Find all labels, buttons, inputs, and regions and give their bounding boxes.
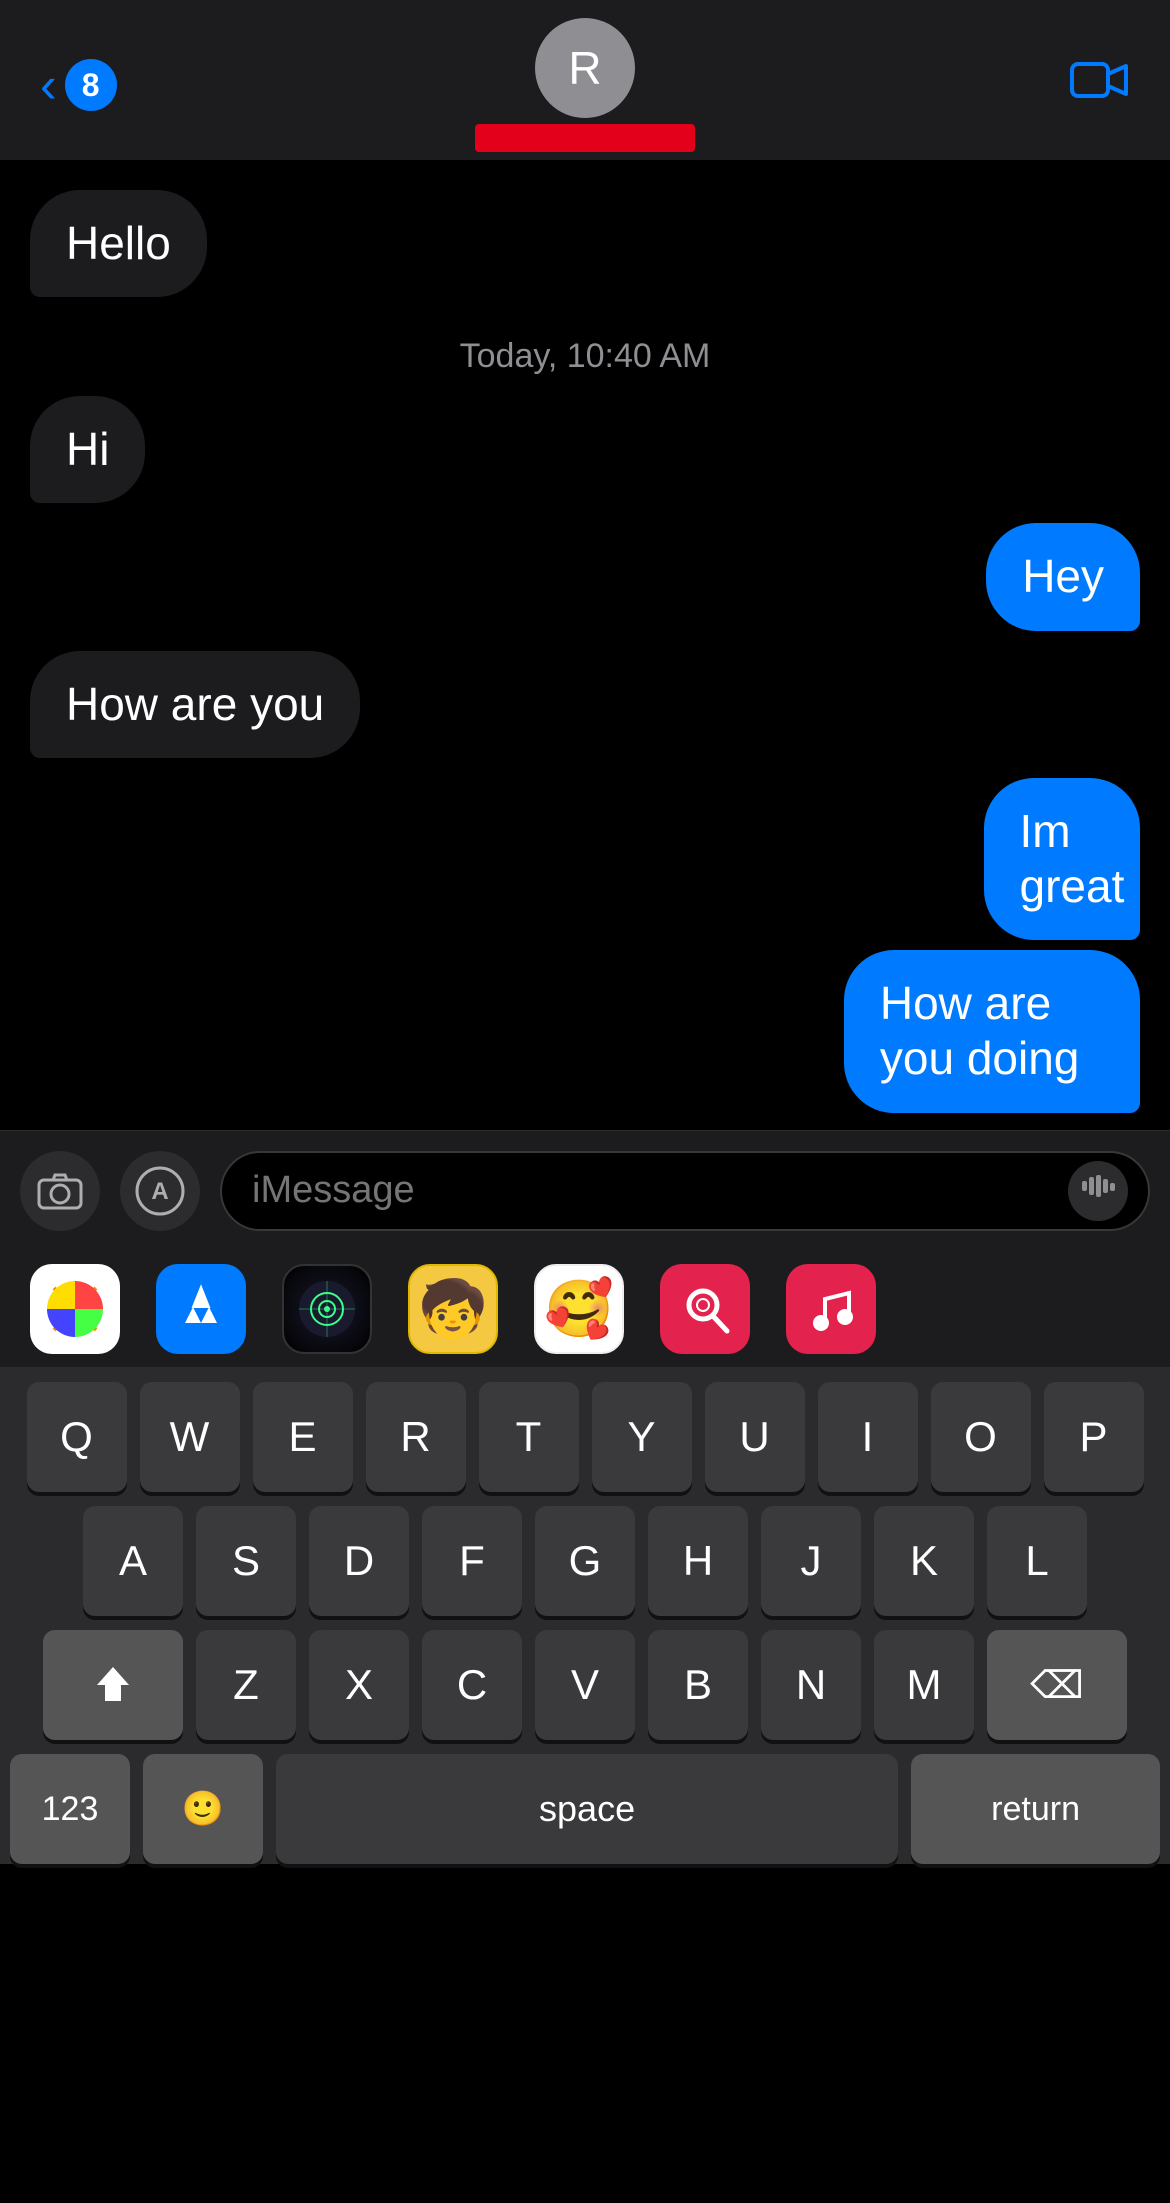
key-h[interactable]: H bbox=[648, 1506, 748, 1616]
message-text: Im great bbox=[1020, 805, 1125, 912]
read-time: 10:41 AM bbox=[991, 1129, 1130, 1131]
message-input[interactable] bbox=[252, 1169, 1068, 1212]
key-d[interactable]: D bbox=[309, 1506, 409, 1616]
key-o[interactable]: O bbox=[931, 1382, 1031, 1492]
message-text: How are you bbox=[66, 678, 324, 730]
key-q[interactable]: Q bbox=[27, 1382, 127, 1492]
contact-avatar: R bbox=[535, 18, 635, 118]
key-g[interactable]: G bbox=[535, 1506, 635, 1616]
bubble-outgoing: How are you doing bbox=[844, 950, 1140, 1112]
delete-key[interactable]: ⌫ bbox=[987, 1630, 1127, 1740]
photos-app-icon[interactable] bbox=[30, 1264, 120, 1354]
svg-text:A: A bbox=[151, 1178, 168, 1205]
key-v[interactable]: V bbox=[535, 1630, 635, 1740]
input-bar: A bbox=[0, 1130, 1170, 1250]
return-label: return bbox=[991, 1790, 1080, 1829]
key-x[interactable]: X bbox=[309, 1630, 409, 1740]
appstore-input-button[interactable]: A bbox=[120, 1151, 200, 1231]
bubble-incoming: How are you bbox=[30, 651, 360, 758]
keyboard: Q W E R T Y U I O P A S D F G H J K L Z … bbox=[0, 1368, 1170, 1864]
contact-initial: R bbox=[568, 41, 601, 95]
message-row: Im great bbox=[899, 778, 1140, 940]
memoji-app-icon[interactable]: 🧒 bbox=[408, 1264, 498, 1354]
read-label: Read bbox=[904, 1129, 982, 1131]
message-row: How are you doing bbox=[684, 950, 1140, 1112]
key-e[interactable]: E bbox=[253, 1382, 353, 1492]
message-text: How are you doing bbox=[880, 977, 1080, 1084]
message-input-wrap[interactable] bbox=[220, 1151, 1150, 1231]
key-t[interactable]: T bbox=[479, 1382, 579, 1492]
message-text: Hi bbox=[66, 423, 109, 475]
key-k[interactable]: K bbox=[874, 1506, 974, 1616]
bubble-outgoing: Hey bbox=[986, 523, 1140, 630]
keyboard-row-3: Z X C V B N M ⌫ bbox=[10, 1630, 1160, 1740]
key-a[interactable]: A bbox=[83, 1506, 183, 1616]
space-key[interactable]: space bbox=[276, 1754, 898, 1864]
contact-info[interactable]: R bbox=[475, 18, 695, 152]
key-r[interactable]: R bbox=[366, 1382, 466, 1492]
appstore-app-icon[interactable] bbox=[156, 1264, 246, 1354]
key-w[interactable]: W bbox=[140, 1382, 240, 1492]
emoji-label: 🙂 bbox=[182, 1789, 224, 1829]
keyboard-row-2: A S D F G H J K L bbox=[10, 1506, 1160, 1616]
key-n[interactable]: N bbox=[761, 1630, 861, 1740]
timestamp: Today, 10:40 AM bbox=[30, 337, 1140, 376]
video-call-button[interactable] bbox=[1070, 58, 1130, 113]
bubble-outgoing: Im great bbox=[984, 778, 1140, 940]
back-count: 8 bbox=[82, 67, 100, 104]
key-p[interactable]: P bbox=[1044, 1382, 1144, 1492]
search-web-icon[interactable] bbox=[660, 1264, 750, 1354]
message-text: Hello bbox=[66, 217, 171, 269]
key-i[interactable]: I bbox=[818, 1382, 918, 1492]
key-u[interactable]: U bbox=[705, 1382, 805, 1492]
timestamp-text: Today, 10:40 AM bbox=[460, 337, 711, 375]
audio-button[interactable] bbox=[1068, 1161, 1128, 1221]
message-text: Hey bbox=[1022, 550, 1104, 602]
key-s[interactable]: S bbox=[196, 1506, 296, 1616]
music-app-icon[interactable] bbox=[786, 1264, 876, 1354]
key-m[interactable]: M bbox=[874, 1630, 974, 1740]
back-badge: 8 bbox=[65, 59, 117, 111]
keyboard-row-1: Q W E R T Y U I O P bbox=[10, 1382, 1160, 1492]
key-l[interactable]: L bbox=[987, 1506, 1087, 1616]
message-row: Hey bbox=[30, 523, 1140, 630]
message-row: How are you bbox=[30, 651, 1140, 758]
bubble-incoming: Hi bbox=[30, 396, 145, 503]
key-y[interactable]: Y bbox=[592, 1382, 692, 1492]
numbers-label: 123 bbox=[42, 1790, 99, 1829]
key-b[interactable]: B bbox=[648, 1630, 748, 1740]
key-f[interactable]: F bbox=[422, 1506, 522, 1616]
return-key[interactable]: return bbox=[911, 1754, 1160, 1864]
back-chevron-icon: ‹ bbox=[40, 56, 57, 114]
read-receipt: Read 10:41 AM bbox=[30, 1129, 1140, 1131]
camera-button[interactable] bbox=[20, 1151, 100, 1231]
shift-key[interactable] bbox=[43, 1630, 183, 1740]
contact-name-bar bbox=[475, 124, 695, 152]
findmy-app-icon[interactable] bbox=[282, 1264, 372, 1354]
emoji-key[interactable]: 🙂 bbox=[143, 1754, 263, 1864]
keyboard-bottom-row: 123 🙂 space return bbox=[10, 1754, 1160, 1864]
memoji2-app-icon[interactable]: 🥰 bbox=[534, 1264, 624, 1354]
key-z[interactable]: Z bbox=[196, 1630, 296, 1740]
key-c[interactable]: C bbox=[422, 1630, 522, 1740]
numbers-key[interactable]: 123 bbox=[10, 1754, 130, 1864]
space-label: space bbox=[539, 1788, 635, 1830]
bubble-incoming: Hello bbox=[30, 190, 207, 297]
message-row: Hello bbox=[30, 190, 1140, 297]
back-button[interactable]: ‹ 8 bbox=[40, 56, 117, 114]
navigation-header: ‹ 8 R bbox=[0, 0, 1170, 160]
key-j[interactable]: J bbox=[761, 1506, 861, 1616]
app-suggestions-row: 🧒 🥰 bbox=[0, 1250, 1170, 1368]
message-row: Hi bbox=[30, 396, 1140, 503]
chat-area: Hello Today, 10:40 AM Hi Hey How are you… bbox=[0, 160, 1170, 1130]
